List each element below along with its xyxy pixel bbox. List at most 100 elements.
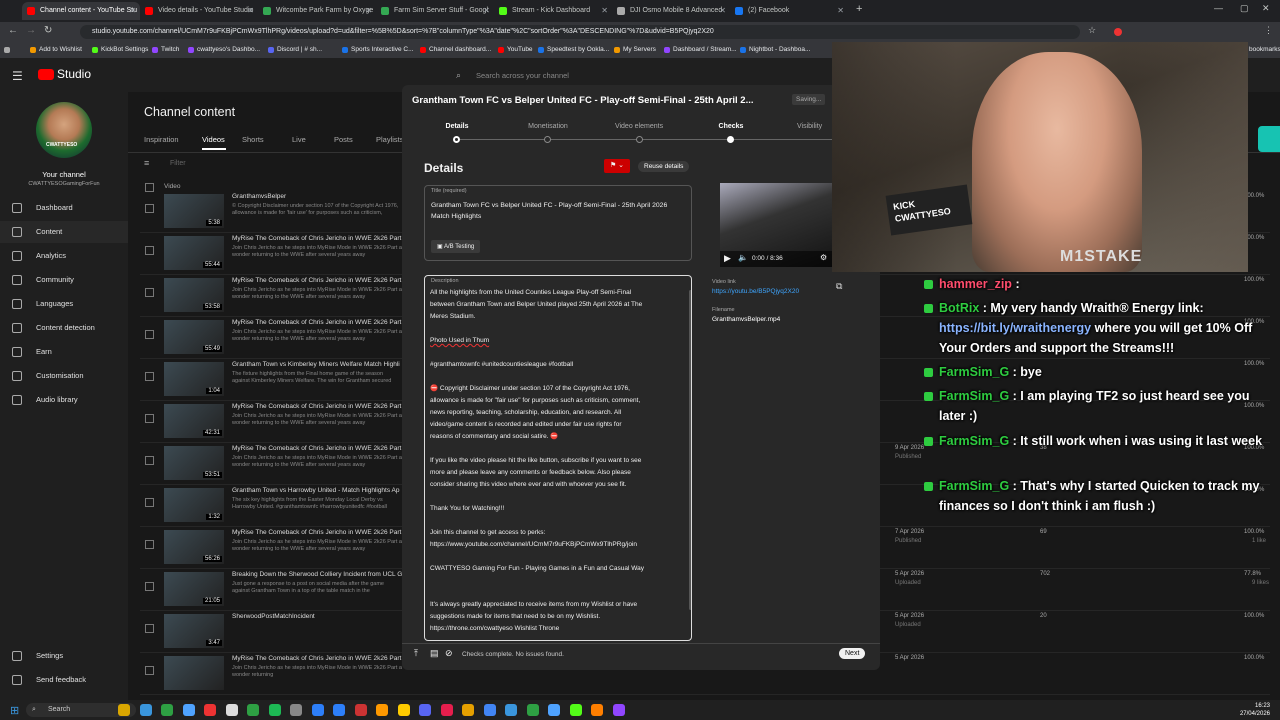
nav-content-detection[interactable]: Content detection bbox=[0, 317, 128, 339]
bookmark-item[interactable]: Twitch bbox=[152, 44, 179, 56]
youtube-logo-icon[interactable] bbox=[38, 69, 54, 80]
tab-live[interactable]: Live bbox=[292, 135, 306, 144]
video-thumbnail[interactable]: 5:38 bbox=[164, 194, 224, 228]
app-icon[interactable] bbox=[548, 704, 560, 716]
video-thumbnail[interactable]: 1:04 bbox=[164, 362, 224, 396]
tab-video-details[interactable]: Video details - YouTube Studio ✕ bbox=[140, 2, 258, 20]
video-thumbnail[interactable] bbox=[164, 656, 224, 690]
nav-settings[interactable]: Settings bbox=[0, 645, 128, 667]
forward-icon[interactable]: → bbox=[26, 25, 36, 36]
url-field[interactable]: studio.youtube.com/channel/UCmM7r9uFKBjP… bbox=[80, 25, 1080, 39]
new-tab-button[interactable]: + bbox=[856, 3, 862, 15]
step-checks[interactable]: Checks bbox=[706, 123, 756, 130]
ab-testing-button[interactable]: ▣ A/B Testing bbox=[431, 240, 481, 253]
video-thumbnail[interactable]: 55:49 bbox=[164, 320, 224, 354]
close-icon[interactable]: ✕ bbox=[129, 2, 136, 20]
video-thumbnail[interactable]: 55:44 bbox=[164, 236, 224, 270]
app-icon[interactable] bbox=[376, 704, 388, 716]
edge-icon[interactable] bbox=[182, 704, 195, 716]
nav-analytics[interactable]: Analytics bbox=[0, 245, 128, 267]
video-title[interactable]: MyRise The Comeback of Chris Jericho in … bbox=[232, 403, 402, 410]
app-icon[interactable] bbox=[397, 704, 410, 716]
tab-facebook[interactable]: (2) Facebook ✕ bbox=[730, 2, 848, 20]
close-icon[interactable]: ✕ bbox=[483, 2, 490, 20]
title-field[interactable]: Title (required) Grantham Town FC vs Bel… bbox=[424, 185, 692, 261]
discord-icon[interactable] bbox=[419, 704, 431, 716]
copy-icon[interactable]: ⧉ bbox=[836, 281, 842, 292]
video-title[interactable]: Grantham Town vs Kimberley Miners Welfar… bbox=[232, 361, 402, 368]
close-icon[interactable]: ✕ bbox=[719, 2, 726, 20]
bookmark-item[interactable]: KickBot Settings bbox=[92, 44, 148, 56]
row-checkbox[interactable] bbox=[145, 624, 154, 633]
video-thumbnail[interactable]: 56:26 bbox=[164, 530, 224, 564]
nav-earn[interactable]: Earn bbox=[0, 341, 128, 363]
tab-shorts[interactable]: Shorts bbox=[242, 135, 264, 144]
step-details[interactable]: Details bbox=[432, 123, 482, 130]
store-icon[interactable] bbox=[161, 704, 173, 716]
bookmark-item[interactable]: My Servers bbox=[614, 44, 656, 56]
row-checkbox[interactable] bbox=[145, 414, 154, 423]
tab-farm-sim[interactable]: Farm Sim Server Stuff - Googl ✕ bbox=[376, 2, 494, 20]
xbox-icon[interactable] bbox=[225, 704, 238, 716]
reuse-details-button[interactable]: Reuse details bbox=[638, 161, 690, 172]
reload-icon[interactable]: ↻ bbox=[44, 25, 52, 36]
tab-inspiration[interactable]: Inspiration bbox=[144, 135, 179, 144]
video-title[interactable]: MyRise The Comeback of Chris Jericho in … bbox=[232, 277, 402, 284]
app-icon[interactable] bbox=[204, 704, 216, 716]
video-title[interactable]: MyRise The Comeback of Chris Jericho in … bbox=[232, 319, 402, 326]
tab-playlists[interactable]: Playlists bbox=[376, 135, 404, 144]
bookmark-item[interactable]: cwattyeso's Dashbo... bbox=[188, 44, 260, 56]
nav-dashboard[interactable]: Dashboard bbox=[0, 197, 128, 219]
row-checkbox[interactable] bbox=[145, 288, 154, 297]
avatar[interactable]: CWATTYESO bbox=[36, 102, 92, 158]
row-checkbox[interactable] bbox=[145, 540, 154, 549]
bookmark-item[interactable]: Discord | # sh... bbox=[268, 44, 322, 56]
video-thumbnail[interactable]: 53:51 bbox=[164, 446, 224, 480]
bookmark-item[interactable]: Nightbot - Dashboa... bbox=[740, 44, 810, 56]
star-icon[interactable]: ☆ bbox=[1088, 25, 1096, 36]
video-title[interactable]: MyRise The Comeback of Chris Jericho in … bbox=[232, 445, 402, 452]
video-title[interactable]: Grantham Town vs Harrowby United - Match… bbox=[232, 487, 402, 494]
hamburger-icon[interactable]: ☰ bbox=[12, 69, 23, 83]
video-thumbnail[interactable]: 42:31 bbox=[164, 404, 224, 438]
filter-icon[interactable]: ≡ bbox=[144, 158, 149, 168]
video-thumbnail[interactable]: 21:05 bbox=[164, 572, 224, 606]
close-icon[interactable]: ✕ bbox=[837, 2, 844, 20]
bookmark-item[interactable]: YouTube bbox=[498, 44, 533, 56]
row-checkbox[interactable] bbox=[145, 372, 154, 381]
bookmark-item[interactable]: Channel dashboard... bbox=[420, 44, 491, 56]
volume-icon[interactable]: 🔈 bbox=[738, 253, 748, 262]
nav-send-feedback[interactable]: Send feedback bbox=[0, 669, 128, 691]
search-input[interactable]: Search across your channel bbox=[476, 71, 569, 80]
steam-icon[interactable] bbox=[268, 704, 281, 716]
video-title[interactable]: MyRise The Comeback of Chris Jericho in … bbox=[232, 655, 402, 662]
next-button[interactable]: Next bbox=[839, 648, 866, 659]
tab-dji[interactable]: DJI Osmo Mobile 8 Advanced ✕ bbox=[612, 2, 730, 20]
play-icon[interactable]: ▶ bbox=[724, 253, 731, 264]
windows-start-icon[interactable]: ⊞ bbox=[10, 704, 19, 717]
tab-witcombe[interactable]: Witcombe Park Farm by Oxyge ✕ bbox=[258, 2, 376, 20]
close-icon[interactable]: ✕ bbox=[365, 2, 372, 20]
chrome-icon[interactable] bbox=[483, 704, 496, 716]
video-title[interactable]: MyRise The Comeback of Chris Jericho in … bbox=[232, 235, 402, 242]
video-title[interactable]: MyRise The Comeback of Chris Jericho in … bbox=[232, 529, 402, 536]
video-thumbnail[interactable]: 53:58 bbox=[164, 278, 224, 312]
bookmark-item[interactable]: Dashboard / Stream... bbox=[664, 44, 737, 56]
tab-channel-content[interactable]: Channel content - YouTube Stu ✕ bbox=[22, 2, 140, 20]
video-link[interactable]: https://youtu.be/B5PQjyq2X20 bbox=[712, 288, 799, 295]
widgets-icon[interactable] bbox=[118, 704, 130, 716]
nav-content[interactable]: Content bbox=[0, 221, 128, 243]
sidebar-widget-icon[interactable] bbox=[1258, 126, 1280, 152]
video-title[interactable]: Breaking Down the Sherwood Colliery Inci… bbox=[232, 571, 402, 578]
row-checkbox[interactable] bbox=[145, 330, 154, 339]
twitch-icon[interactable] bbox=[612, 704, 625, 716]
bookmark-item[interactable]: Speedtest by Ookla... bbox=[538, 44, 609, 56]
nav-customisation[interactable]: Customisation bbox=[0, 365, 128, 387]
extension-icon[interactable] bbox=[1114, 28, 1122, 36]
file-explorer-icon[interactable] bbox=[139, 704, 152, 716]
nav-languages[interactable]: Languages bbox=[0, 293, 128, 315]
clock[interactable]: 16:23 27/04/2026 bbox=[1220, 702, 1270, 718]
nav-audio-library[interactable]: Audio library bbox=[0, 389, 128, 411]
row-checkbox[interactable] bbox=[145, 246, 154, 255]
kick-icon[interactable] bbox=[569, 704, 582, 716]
